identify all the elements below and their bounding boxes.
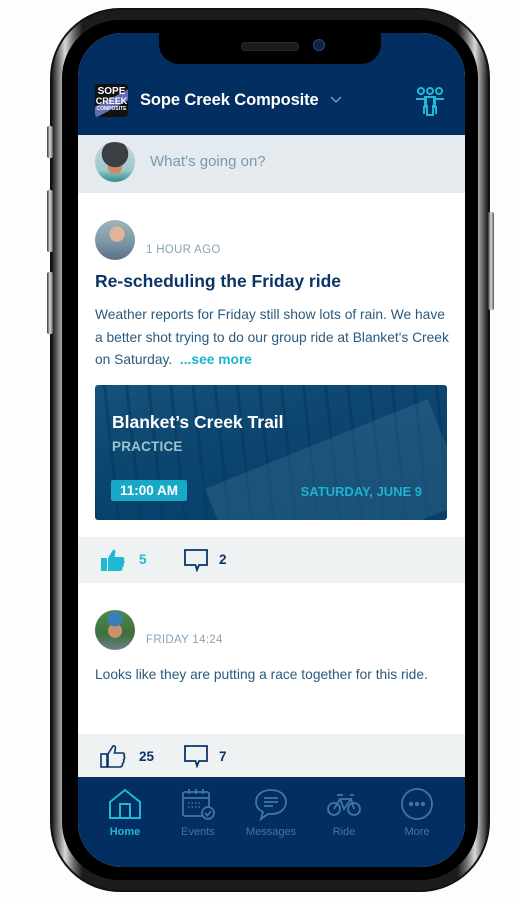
volume-up-button [47,190,53,252]
comment-count: 7 [219,749,227,764]
event-time-badge: 11:00 AM [111,480,188,501]
thumbs-up-filled-icon[interactable] [100,548,126,572]
post-author-avatar[interactable] [95,610,135,650]
calendar-icon [182,789,215,820]
comment-count: 2 [219,552,227,567]
post-body-text: Weather reports for Friday still show lo… [95,307,449,367]
app-screen: SOPE CREEK COMPOSITE Sope Creek Composit… [78,33,465,867]
tab-more[interactable]: More [380,787,454,838]
post-actions-bar: 25 7 [78,734,465,780]
post-timestamp: 1 HOUR AGO [146,244,221,256]
chat-bubble-icon [255,789,287,821]
post-composer[interactable]: What’s going on? [78,135,465,193]
mute-switch [47,126,53,158]
tab-label: Messages [245,826,297,838]
phone-notch [159,33,381,64]
current-user-avatar[interactable] [95,142,135,182]
post-timestamp: FRIDAY 14:24 [146,634,223,646]
power-button [488,212,494,310]
tab-label: Events [181,826,215,838]
tab-messages[interactable]: Messages [234,787,308,838]
volume-down-button [47,272,53,334]
post-title[interactable]: Re-scheduling the Friday ride [95,271,341,292]
event-title: Blanket’s Creek Trail [112,412,284,432]
composer-placeholder[interactable]: What’s going on? [150,153,266,170]
tab-label: Ride [332,826,356,838]
see-more-link[interactable]: ...see more [180,352,252,367]
group-icon[interactable] [414,85,446,117]
club-logo[interactable]: SOPE CREEK COMPOSITE [95,84,128,117]
event-type: PRACTICE [112,439,183,454]
logo-line-3: COMPOSITE [96,106,127,112]
club-name[interactable]: Sope Creek Composite [140,91,319,110]
post-body: Weather reports for Friday still show lo… [95,304,450,372]
post-body: Looks like they are putting a race toget… [95,667,428,682]
comment-icon[interactable] [183,548,209,572]
speaker-grille [241,42,299,51]
post-author-avatar[interactable] [95,220,135,260]
tab-events[interactable]: Events [161,787,235,838]
like-count: 25 [139,749,155,764]
home-icon [109,788,141,819]
more-icon [401,788,433,820]
tab-ride[interactable]: Ride [307,787,381,838]
bicycle-icon [327,794,361,816]
comment-icon[interactable] [183,744,209,768]
post-actions-bar: 5 2 [78,537,465,583]
chevron-down-icon[interactable] [329,93,343,107]
front-camera [313,39,325,51]
tab-label: Home [109,826,141,838]
event-card[interactable]: Blanket’s Creek Trail PRACTICE 11:00 AM … [95,385,447,520]
bottom-tab-bar: Home Events Messages Ride More [78,777,465,867]
tab-label: More [404,826,430,838]
thumbs-up-outline-icon[interactable] [100,744,126,768]
like-count: 5 [139,552,147,567]
event-date: SATURDAY, JUNE 9 [300,484,422,499]
tab-home[interactable]: Home [88,787,162,838]
logo-line-2: CREEK [95,96,128,106]
